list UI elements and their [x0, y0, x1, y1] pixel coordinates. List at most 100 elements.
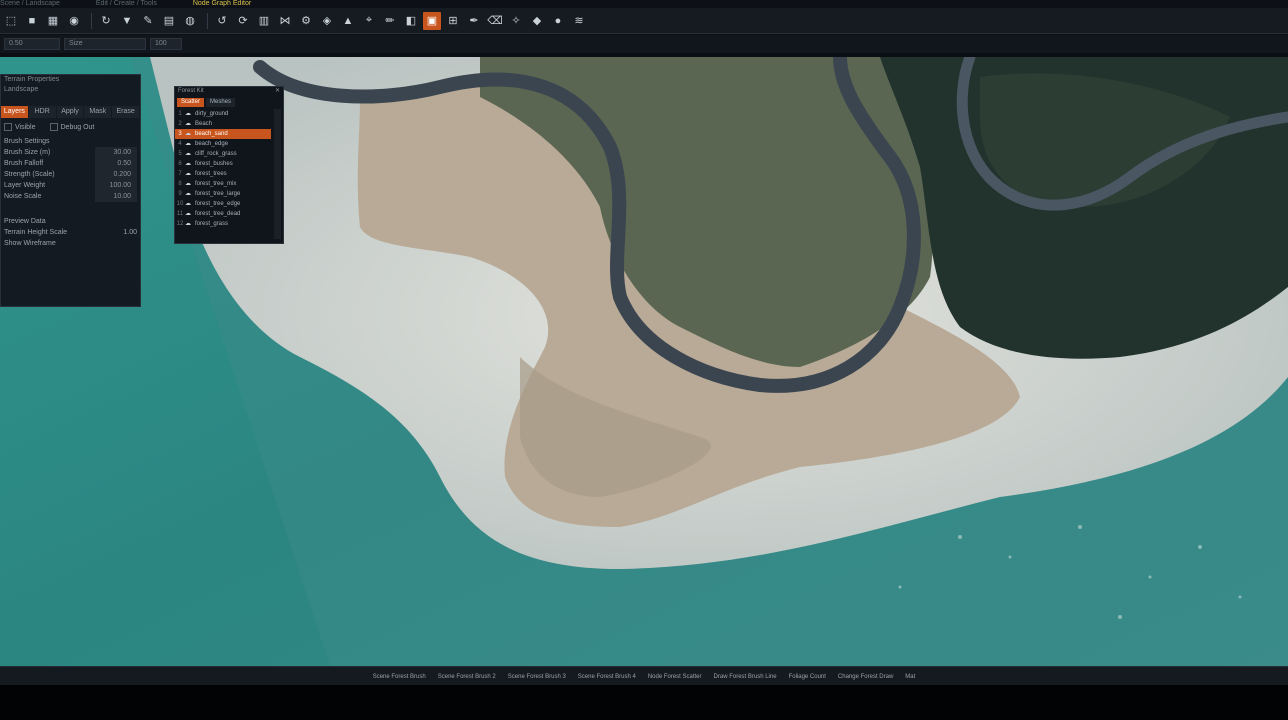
menu-item[interactable]: Edit / Create / Tools: [96, 0, 157, 7]
status-item[interactable]: Scene Forest Brush 4: [578, 674, 636, 680]
globe-icon[interactable]: ◍: [181, 12, 199, 30]
layer-list-item[interactable]: 8 ☁ forest_tree_mix: [175, 179, 271, 189]
layer-list-item[interactable]: 1 ☁ dirty_ground: [175, 109, 271, 119]
pen-icon[interactable]: ✒: [465, 12, 483, 30]
pin-icon[interactable]: ⌖: [360, 12, 378, 30]
layer-label: dirty_ground: [195, 111, 229, 117]
property-label: Brush Falloff: [4, 160, 44, 167]
layer-number: 2: [178, 121, 182, 127]
tree-icon: ☁: [185, 151, 191, 157]
main-toolbar: ⬚ ■ ▦ ◉ ↻ ▼ ✎ ▤ ◍ ↺ ⟳ ▥ ⋈ ⚙ ◈ ▲ ⌖ ✏ ◧ ▣ …: [0, 8, 1288, 34]
scatter-layer-panel: Forest Kit ✕ Scatter Meshes 1 ☁ dirty_grou…: [174, 86, 284, 244]
checkbox-icon[interactable]: [49, 123, 58, 132]
layer-list-item[interactable]: 4 ☁ beach_edge: [175, 139, 271, 149]
layer-panel-title: Forest Kit: [178, 88, 204, 94]
fill-icon[interactable]: ◧: [402, 12, 420, 30]
layer-number: 7: [178, 171, 182, 177]
tab-scatter[interactable]: Scatter: [177, 98, 205, 107]
property-row: Brush Size (m) 30.00: [1, 147, 140, 158]
property-value[interactable]: 100.00: [95, 180, 137, 191]
brush-icon[interactable]: ✎: [139, 12, 157, 30]
undo-icon[interactable]: ↺: [213, 12, 231, 30]
tab-erase[interactable]: Erase: [112, 106, 139, 118]
tab-apply[interactable]: Apply: [56, 106, 84, 118]
paint-icon[interactable]: ◈: [318, 12, 336, 30]
layer-icon[interactable]: ▤: [160, 12, 178, 30]
status-item[interactable]: Change Forest Draw: [838, 674, 893, 680]
stamp-icon[interactable]: ▣: [423, 11, 441, 30]
property-value[interactable]: 0.50: [95, 158, 137, 169]
tree-icon: ☁: [185, 181, 191, 187]
layer-list-item[interactable]: 10 ☁ forest_tree_edge: [175, 199, 271, 209]
close-icon[interactable]: ✕: [275, 87, 280, 95]
layer-label: beach_sand: [195, 131, 228, 137]
status-item[interactable]: Mat: [905, 674, 915, 680]
tree-icon: ☁: [185, 131, 191, 137]
opacity-field[interactable]: 0.50: [4, 38, 60, 50]
package-icon[interactable]: ◆: [528, 12, 546, 30]
scrollbar[interactable]: [274, 109, 281, 239]
status-item[interactable]: Node Forest Scatter: [648, 674, 702, 680]
panel-subtitle: Landscape: [4, 86, 39, 93]
panel-tabs: Layers HDR Apply Mask Erase: [1, 106, 140, 118]
layer-list-item[interactable]: 9 ☁ forest_tree_large: [175, 189, 271, 199]
layer-list-item[interactable]: 12 ☁ forest_grass: [175, 219, 271, 229]
property-value[interactable]: 0.200: [95, 169, 137, 180]
property-value[interactable]: 30.00: [95, 147, 137, 158]
stack-icon[interactable]: ▥: [255, 12, 273, 30]
erase-icon[interactable]: ⌫: [486, 12, 504, 30]
share-icon[interactable]: ⋈: [276, 12, 294, 30]
filter-icon[interactable]: ▼: [118, 12, 136, 30]
gear-icon[interactable]: ⚙: [297, 12, 315, 30]
size-field[interactable]: Size: [64, 38, 146, 50]
menu-item-active[interactable]: Node Graph Editor: [193, 0, 251, 7]
wind-icon[interactable]: ≋: [570, 12, 588, 30]
layer-list-item[interactable]: 2 ☁ Beach: [175, 119, 271, 129]
property-row: Show Wireframe: [1, 238, 140, 249]
status-item[interactable]: Scene Forest Brush 3: [508, 674, 566, 680]
tab-meshes[interactable]: Meshes: [206, 98, 236, 107]
layer-list-item[interactable]: 7 ☁ forest_trees: [175, 169, 271, 179]
checkbox-icon[interactable]: [4, 123, 12, 132]
layer-list-item[interactable]: 5 ☁ cliff_rock_grass: [175, 149, 271, 159]
status-item[interactable]: Draw Forest Brush Line: [714, 674, 777, 680]
status-item[interactable]: Scene Forest Brush 2: [438, 674, 496, 680]
property-row: Layer Weight 100.00: [1, 180, 140, 191]
square-icon[interactable]: ■: [23, 12, 41, 30]
tab-mask[interactable]: Mask: [84, 106, 112, 118]
visible-toggle[interactable]: Visible: [4, 122, 36, 133]
camera-icon[interactable]: ◉: [65, 12, 83, 30]
value-field[interactable]: 100: [150, 38, 182, 50]
terrain-icon[interactable]: ▲: [339, 12, 357, 30]
toggle-label: Visible: [15, 124, 36, 131]
layer-list-item[interactable]: 11 ☁ forest_tree_dead: [175, 209, 271, 219]
properties-panel: Terrain Properties Landscape Layers HDR …: [0, 74, 141, 307]
select-icon[interactable]: ⬚: [2, 12, 20, 30]
tree-icon: ☁: [185, 191, 191, 197]
droplet-icon[interactable]: ●: [549, 12, 567, 30]
rotate-icon[interactable]: ↻: [97, 12, 115, 30]
grid-icon[interactable]: ▦: [44, 12, 62, 30]
layer-list-item[interactable]: 3 ☁ beach_sand: [175, 129, 271, 139]
debug-toggle[interactable]: Debug Out: [49, 122, 94, 133]
tab-hdr[interactable]: HDR: [28, 106, 56, 118]
property-value[interactable]: 10.00: [95, 191, 137, 202]
property-value[interactable]: 1.00: [123, 227, 137, 238]
layer-label: forest_tree_dead: [195, 211, 241, 217]
layer-list-item[interactable]: 6 ☁ forest_bushes: [175, 159, 271, 169]
section-title: Preview Data: [4, 218, 46, 225]
layer-label: beach_edge: [195, 141, 229, 147]
layer-number: 12: [176, 221, 184, 227]
property-label: Brush Size (m): [4, 149, 51, 156]
tab-layers[interactable]: Layers: [1, 106, 28, 118]
refresh-icon[interactable]: ⟳: [234, 12, 252, 30]
pencil-icon[interactable]: ✏: [381, 12, 399, 30]
tree-icon: ☁: [185, 111, 191, 117]
menu-item[interactable]: Scene / Landscape: [0, 0, 60, 7]
status-item[interactable]: Foliage Count: [789, 674, 826, 680]
layer-list: 1 ☁ dirty_ground 2 ☁ Beach 3 ☁ beach_sand 4 ☁ beach…: [175, 109, 283, 229]
view-icon[interactable]: ⊞: [444, 12, 462, 30]
wand-icon[interactable]: ✧: [507, 12, 525, 30]
layer-label: Beach: [195, 121, 213, 127]
status-item[interactable]: Scene Forest Brush: [373, 674, 426, 680]
